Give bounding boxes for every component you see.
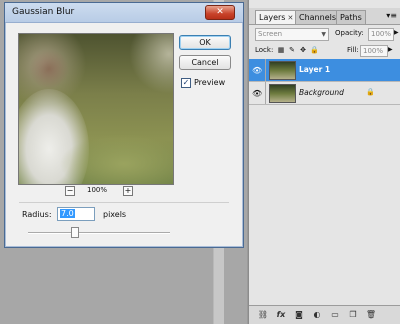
divider xyxy=(265,82,266,104)
zoom-controls: − 100% + xyxy=(65,186,135,196)
zoom-out-button[interactable]: − xyxy=(65,186,75,196)
cancel-button[interactable]: Cancel xyxy=(179,55,231,70)
mask-icon[interactable]: ◙ xyxy=(293,310,305,320)
lock-all-icon[interactable]: 🔒 xyxy=(310,46,319,54)
tab-channels[interactable]: Channels xyxy=(295,10,341,24)
checkmark-icon: ✓ xyxy=(182,78,190,87)
lock-row: Lock: ▦ ✎ ✥ 🔒 Fill: 100% ▶ xyxy=(255,45,395,57)
lock-pixels-icon[interactable]: ✎ xyxy=(288,46,296,54)
gaussian-blur-dialog: Gaussian Blur ✕ − 100% + OK Cancel ✓ Pre… xyxy=(4,2,244,248)
fill-input[interactable]: 100% xyxy=(360,45,388,57)
tab-channels-label: Channels xyxy=(299,13,337,22)
opacity-arrow-icon[interactable]: ▶ xyxy=(394,29,399,36)
divider xyxy=(19,202,229,203)
tab-layers-label: Layers xyxy=(259,13,286,22)
radius-slider-thumb[interactable] xyxy=(71,227,79,238)
lock-transparent-icon[interactable]: ▦ xyxy=(277,46,285,54)
folder-icon[interactable]: ▭ xyxy=(329,310,341,320)
lock-position-icon[interactable]: ✥ xyxy=(299,46,307,54)
tab-paths-label: Paths xyxy=(340,13,362,22)
close-button[interactable]: ✕ xyxy=(205,5,235,20)
layer-row-layer-1[interactable]: 👁 Layer 1 xyxy=(249,59,400,82)
layer-thumbnail xyxy=(269,61,296,80)
zoom-in-button[interactable]: + xyxy=(123,186,133,196)
layer-thumbnail xyxy=(269,84,296,103)
layers-panel: Layers ✕ Channels Paths ▾≡ Screen ▼ Opaci… xyxy=(248,0,400,324)
visibility-eye-icon[interactable]: 👁 xyxy=(252,89,262,98)
dialog-title: Gaussian Blur xyxy=(12,7,75,17)
tab-paths[interactable]: Paths xyxy=(336,10,366,24)
trash-icon[interactable]: 🗑 xyxy=(365,310,377,320)
lock-label: Lock: xyxy=(255,46,274,54)
blend-row: Screen ▼ Opacity: 100% ▶ xyxy=(255,28,399,41)
new-layer-icon[interactable]: ❐ xyxy=(347,310,359,320)
preview-checkbox[interactable]: ✓ xyxy=(181,78,191,88)
link-icon[interactable]: ⛓ xyxy=(257,310,269,320)
layer-row-background[interactable]: 👁 Background 🔒 xyxy=(249,82,400,105)
ok-button[interactable]: OK xyxy=(179,35,231,50)
preview-sky xyxy=(129,34,173,94)
radius-value: 7.0 xyxy=(60,209,75,218)
divider xyxy=(265,59,266,81)
preview-figure-head xyxy=(29,49,69,89)
radius-slider-track[interactable] xyxy=(28,232,170,234)
opacity-label: Opacity: xyxy=(335,29,364,37)
preview-label: Preview xyxy=(194,78,226,87)
panel-menu-icon[interactable]: ▾≡ xyxy=(386,11,397,20)
zoom-level: 100% xyxy=(87,186,108,194)
panel-tabs: Layers ✕ Channels Paths ▾≡ xyxy=(249,8,400,25)
radius-unit: pixels xyxy=(103,210,127,219)
layer-name: Background xyxy=(299,88,344,97)
lock-icon: 🔒 xyxy=(366,88,375,96)
layer-name: Layer 1 xyxy=(299,65,331,74)
chevron-down-icon: ▼ xyxy=(321,31,326,38)
blur-preview[interactable] xyxy=(18,33,174,185)
close-icon: ✕ xyxy=(216,7,224,17)
opacity-input[interactable]: 100% xyxy=(368,28,394,41)
fx-icon[interactable]: fx xyxy=(275,310,287,320)
blend-mode-select[interactable]: Screen ▼ xyxy=(255,28,329,41)
layers-panel-footer: ⛓ fx ◙ ◐ ▭ ❐ 🗑 xyxy=(249,305,400,324)
blend-mode-value: Screen xyxy=(258,30,283,38)
dialog-titlebar[interactable]: Gaussian Blur ✕ xyxy=(5,3,243,23)
close-tab-icon[interactable]: ✕ xyxy=(287,14,293,22)
radius-input[interactable]: 7.0 xyxy=(57,207,95,221)
visibility-eye-icon[interactable]: 👁 xyxy=(252,66,262,75)
fill-label: Fill: xyxy=(347,46,359,54)
fill-arrow-icon[interactable]: ▶ xyxy=(388,46,393,53)
tab-layers[interactable]: Layers ✕ xyxy=(255,10,298,24)
radius-label: Radius: xyxy=(22,210,52,219)
adjustment-icon[interactable]: ◐ xyxy=(311,310,323,320)
